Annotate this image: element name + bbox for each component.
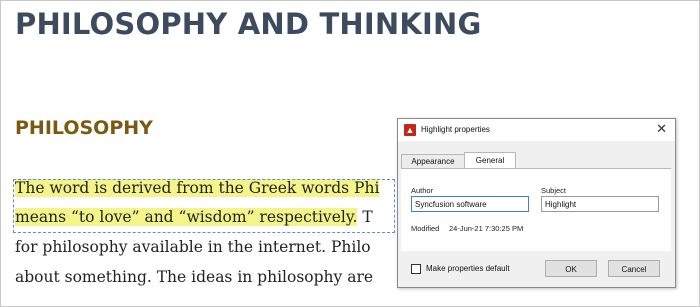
section-heading: PHILOSOPHY — [15, 117, 153, 139]
author-label: Author — [411, 186, 434, 195]
body-line-3: for philosophy available in the internet… — [15, 238, 371, 256]
subject-label: Subject — [541, 186, 567, 195]
body-line-4: about something. The ideas in philosophy… — [15, 268, 373, 286]
author-field[interactable]: Syncfusion software — [411, 196, 529, 212]
close-icon[interactable]: ✕ — [656, 122, 667, 136]
ok-button[interactable]: OK — [545, 260, 597, 277]
cancel-button[interactable]: Cancel — [608, 260, 660, 277]
tab-general[interactable]: General — [464, 152, 516, 169]
body-line-1: The word is derived from the Greek words… — [15, 179, 380, 197]
pdf-app-icon: ▲ — [404, 124, 416, 136]
body-text: about something. The ideas in philosophy… — [15, 268, 374, 286]
body-text: T — [357, 208, 373, 226]
highlighted-text[interactable]: The word is derived from the Greek words… — [15, 179, 380, 197]
general-tab-panel: Author Syncfusion software Subject Highl… — [401, 168, 671, 251]
body-line-2: means “to love” and “wisdom” respectivel… — [15, 208, 373, 226]
document-title: PHILOSOPHY AND THINKING — [15, 7, 482, 41]
dialog-footer: Make properties default OK Cancel — [398, 251, 675, 287]
modified-label: Modified — [411, 224, 440, 233]
dialog-titlebar[interactable]: ▲ Highlight properties ✕ — [398, 119, 675, 141]
dialog-title: Highlight properties — [421, 125, 490, 134]
make-default-label[interactable]: Make properties default — [426, 264, 510, 273]
tab-appearance[interactable]: Appearance — [401, 154, 465, 168]
body-text: for philosophy available in the internet… — [15, 238, 371, 256]
make-default-checkbox[interactable] — [411, 264, 421, 274]
subject-field[interactable]: Highlight — [541, 196, 659, 212]
highlight-properties-dialog: ▲ Highlight properties ✕ Appearance Gene… — [397, 118, 676, 288]
modified-value: 24-Jun-21 7:30:25 PM — [449, 224, 524, 233]
highlighted-text[interactable]: means “to love” and “wisdom” respectivel… — [15, 208, 358, 226]
